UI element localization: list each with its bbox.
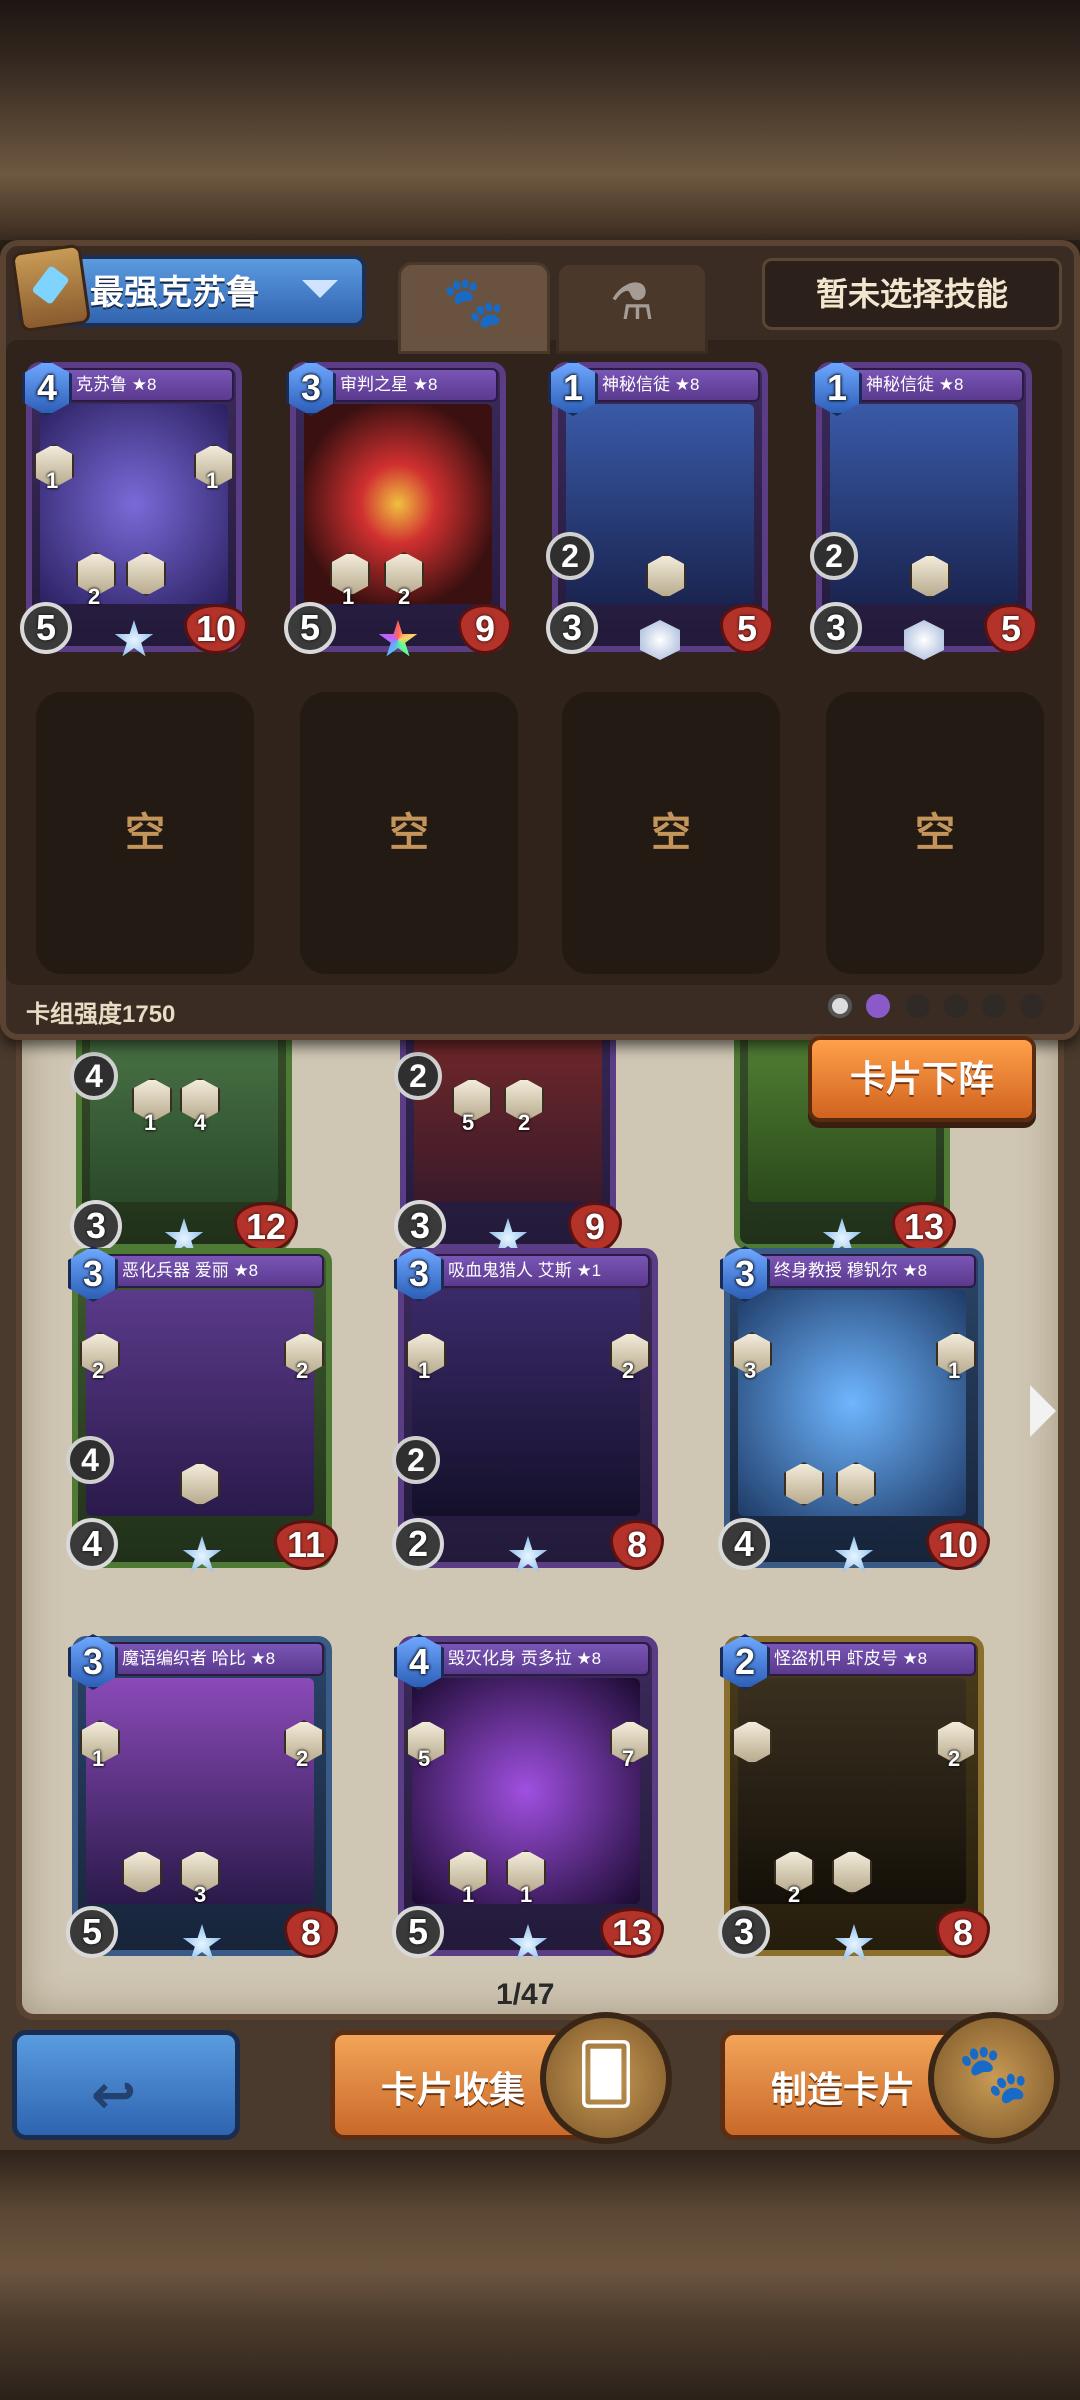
filter-all-icon[interactable] bbox=[828, 994, 852, 1018]
card-health: 8 bbox=[284, 1908, 338, 1958]
collection-card[interactable]: 怪盗机甲 虾皮号 ★8 2 2 2 3 8 bbox=[718, 1634, 990, 1961]
card-attack: 4 bbox=[718, 1518, 770, 1570]
card-attack: 3 bbox=[810, 602, 862, 654]
card-sub-stat: 2 bbox=[392, 1436, 440, 1484]
collection-card[interactable]: 魔语编织者 哈比 ★8 3 1 2 3 5 8 bbox=[66, 1634, 338, 1961]
deck-card-4[interactable]: 神秘信徒 ★8 1 2 3 5 bbox=[810, 360, 1038, 660]
chevron-down-icon[interactable] bbox=[302, 280, 338, 298]
card-attack: 5 bbox=[66, 1906, 118, 1958]
collection-card[interactable]: 吸血鬼猎人 艾斯 ★1 3 1 2 2 2 8 bbox=[392, 1246, 664, 1573]
tab-beasts[interactable]: 🐾 bbox=[398, 262, 550, 354]
tab-potions[interactable]: ⚗ bbox=[556, 262, 708, 354]
collection-card[interactable]: 终身教授 穆钒尔 ★8 3 3 1 4 10 bbox=[718, 1246, 990, 1573]
card-health: 10 bbox=[926, 1520, 990, 1570]
card-attack: 3 bbox=[394, 1200, 446, 1252]
empty-deck-slot[interactable]: 空 bbox=[826, 692, 1044, 974]
filter-purple-icon[interactable] bbox=[866, 994, 890, 1018]
collection-card[interactable]: 毁灭化身 贡多拉 ★8 4 5 7 1 1 5 13 bbox=[392, 1634, 664, 1961]
card-attack: 4 bbox=[66, 1518, 118, 1570]
card-sub-stat: 4 bbox=[66, 1436, 114, 1484]
card-health: 9 bbox=[458, 604, 512, 654]
card-sub-stat: 2 bbox=[810, 532, 858, 580]
filter-icon[interactable] bbox=[1020, 994, 1044, 1018]
filter-icon[interactable] bbox=[944, 994, 968, 1018]
card-health: 5 bbox=[984, 604, 1038, 654]
card-art bbox=[412, 1290, 640, 1516]
card-name-banner: 终身教授 穆钒尔 ★8 bbox=[746, 1254, 976, 1288]
card-health: 10 bbox=[184, 604, 248, 654]
bottom-wood-border bbox=[0, 2150, 1080, 2400]
potion-icon: ⚗ bbox=[609, 274, 655, 330]
card-name-banner: 审判之星 ★8 bbox=[312, 368, 498, 402]
back-button[interactable]: ↩ bbox=[12, 2030, 240, 2140]
card-sub-stat: 2 bbox=[546, 532, 594, 580]
craft-potion-icon[interactable]: 🐾 bbox=[928, 2012, 1060, 2144]
card-name-banner: 吸血鬼猎人 艾斯 ★1 bbox=[420, 1254, 650, 1288]
card-health: 11 bbox=[274, 1520, 338, 1570]
card-name-banner: 魔语编织者 哈比 ★8 bbox=[94, 1642, 324, 1676]
card-health: 13 bbox=[892, 1202, 956, 1252]
deck-book-icon bbox=[10, 243, 92, 333]
card-attack: 3 bbox=[718, 1906, 770, 1958]
card-attack: 2 bbox=[392, 1518, 444, 1570]
skill-select-button[interactable]: 暂未选择技能 bbox=[762, 258, 1062, 330]
unload-card-button[interactable]: 卡片下阵 bbox=[808, 1036, 1036, 1122]
deck-name: 最强克苏鲁 bbox=[90, 274, 260, 312]
card-health: 13 bbox=[600, 1908, 664, 1958]
card-attack: 3 bbox=[70, 1200, 122, 1252]
card-attack: 5 bbox=[20, 602, 72, 654]
card-health: 12 bbox=[234, 1202, 298, 1252]
card-name-banner: 怪盗机甲 虾皮号 ★8 bbox=[746, 1642, 976, 1676]
next-page-arrow-icon[interactable] bbox=[1030, 1385, 1056, 1437]
deck-card-3[interactable]: 神秘信徒 ★8 1 2 3 5 bbox=[546, 360, 774, 660]
collection-card[interactable]: 恶化兵器 爱丽 ★8 3 2 2 4 4 11 bbox=[66, 1246, 338, 1573]
card-attack: 5 bbox=[392, 1906, 444, 1958]
card-name-banner: 毁灭化身 贡多拉 ★8 bbox=[420, 1642, 650, 1676]
card-sub-stat: 4 bbox=[70, 1052, 118, 1100]
page-indicator: 1/47 bbox=[496, 1978, 555, 2011]
card-health: 5 bbox=[720, 604, 774, 654]
deck-card-1[interactable]: 克苏鲁 ★8 4 1 1 2 5 10 bbox=[20, 360, 248, 657]
top-wood-border bbox=[0, 0, 1080, 240]
card-name-banner: 神秘信徒 ★8 bbox=[838, 368, 1024, 402]
filter-icon[interactable] bbox=[906, 994, 930, 1018]
card-health: 8 bbox=[936, 1908, 990, 1958]
paw-icon: 🐾 bbox=[442, 274, 506, 330]
card-name-banner: 克苏鲁 ★8 bbox=[48, 368, 234, 402]
deck-card-2[interactable]: 审判之星 ★8 3 1 2 5 9 bbox=[284, 360, 512, 657]
empty-deck-slot[interactable]: 空 bbox=[300, 692, 518, 974]
card-health: 9 bbox=[568, 1202, 622, 1252]
card-attack: 3 bbox=[546, 602, 598, 654]
empty-deck-slot[interactable]: 空 bbox=[36, 692, 254, 974]
card-name-banner: 恶化兵器 爱丽 ★8 bbox=[94, 1254, 324, 1288]
card-health: 8 bbox=[610, 1520, 664, 1570]
card-sub-stat: 2 bbox=[394, 1052, 442, 1100]
empty-deck-slot[interactable]: 空 bbox=[562, 692, 780, 974]
deck-strength: 卡组强度1750 bbox=[26, 1001, 176, 1028]
filter-icon[interactable] bbox=[982, 994, 1006, 1018]
card-attack: 5 bbox=[284, 602, 336, 654]
back-arrow-icon: ↩ bbox=[91, 2065, 137, 2125]
card-name-banner: 神秘信徒 ★8 bbox=[574, 368, 760, 402]
card-collection-icon[interactable]: 🂠 bbox=[540, 2012, 672, 2144]
